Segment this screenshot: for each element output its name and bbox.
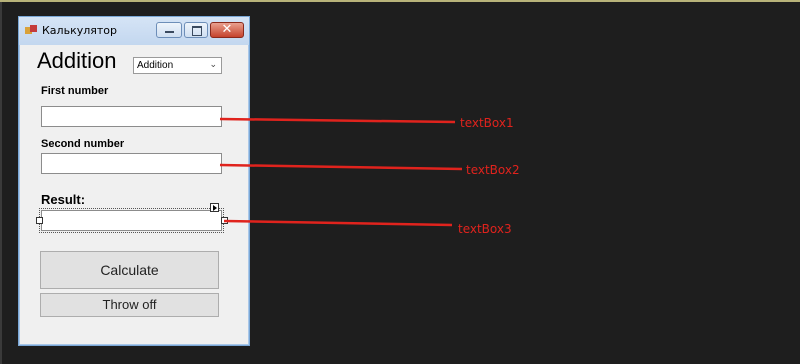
annotation-textbox2: textBox2 xyxy=(466,163,520,177)
annotation-line-2 xyxy=(219,163,463,171)
annotation-textbox1: textBox1 xyxy=(460,116,514,130)
annotation-textbox3: textBox3 xyxy=(458,222,512,236)
annotation-line-1 xyxy=(219,117,456,124)
annotation-line-3 xyxy=(223,219,453,227)
annotation-lines xyxy=(219,117,463,227)
